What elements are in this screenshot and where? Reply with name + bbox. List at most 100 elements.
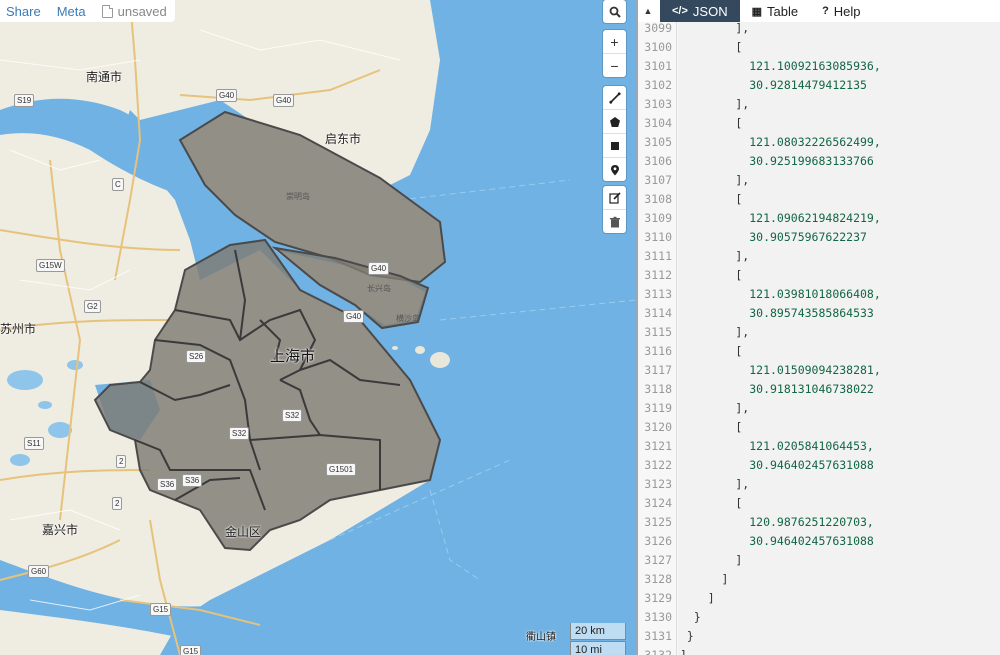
code-line: 3110 30.90575967622237 [638, 228, 1000, 247]
code-line: 3099 ], [638, 19, 1000, 38]
draw-polygon-button[interactable] [603, 110, 626, 134]
draw-marker-button[interactable] [603, 158, 626, 181]
road-shield: G40 [273, 94, 295, 107]
label-suzhou: 苏州市 [0, 322, 37, 336]
road-shield: S36 [182, 474, 203, 487]
road-shield: G40 [216, 89, 238, 102]
line-number: 3103 [644, 97, 672, 111]
draw-marker-icon [610, 164, 619, 175]
line-number: 3132 [644, 648, 672, 655]
code-text: [ [680, 116, 743, 130]
code-text: 121.08032226562499, [680, 135, 881, 149]
code-line: 3128 ] [638, 570, 1000, 589]
code-text: 30.918131046738022 [680, 382, 874, 396]
line-number: 3108 [644, 192, 672, 206]
code-text: ], [680, 173, 750, 187]
zoom-control: + − [603, 30, 626, 77]
search-icon [609, 6, 621, 18]
search-control [603, 0, 626, 23]
line-number: 3105 [644, 135, 672, 149]
code-text: 121.09062194824219, [680, 211, 881, 225]
line-number: 3106 [644, 154, 672, 168]
line-number: 3119 [644, 401, 672, 415]
code-line: 3125 120.9876251220703, [638, 513, 1000, 532]
line-number: 3118 [644, 382, 672, 396]
share-link[interactable]: Share [6, 4, 41, 19]
delete-button[interactable] [603, 210, 626, 233]
line-number: 3124 [644, 496, 672, 510]
search-button[interactable] [603, 0, 626, 23]
draw-rectangle-icon [610, 141, 619, 150]
code-line: 3124 [ [638, 494, 1000, 513]
code-text: [ [680, 420, 743, 434]
line-number: 3120 [644, 420, 672, 434]
line-number: 3123 [644, 477, 672, 491]
draw-line-button[interactable] [603, 86, 626, 110]
line-number: 3117 [644, 363, 672, 377]
map-toolbar: Share Meta unsaved [0, 0, 175, 22]
label-hengsha: 横沙岛 [396, 314, 420, 323]
code-text: ], [680, 325, 750, 339]
line-number: 3125 [644, 515, 672, 529]
code-line: 3104 [ [638, 114, 1000, 133]
help-icon: ? [822, 5, 829, 17]
draw-rectangle-button[interactable] [603, 134, 626, 158]
label-chongming: 崇明岛 [286, 192, 310, 201]
meta-link[interactable]: Meta [57, 4, 86, 19]
code-icon: </> [672, 5, 688, 17]
zoom-in-button[interactable]: + [603, 30, 626, 54]
code-line: 3102 30.92814479412135 [638, 76, 1000, 95]
tab-json-label: JSON [692, 3, 728, 19]
code-text: ] [680, 553, 743, 567]
island-1 [430, 352, 450, 368]
line-number: 3110 [644, 230, 672, 244]
edit-button[interactable] [603, 186, 626, 210]
code-text: 30.946402457631088 [680, 534, 874, 548]
lake-2 [7, 370, 43, 390]
code-line: 3103 ], [638, 95, 1000, 114]
label-hengshanzhen: 衢山镇 [526, 632, 556, 643]
line-number: 3122 [644, 458, 672, 472]
code-line: 3131 } [638, 627, 1000, 646]
road-shield: S36 [157, 478, 178, 491]
line-number: 3107 [644, 173, 672, 187]
code-line: 3101 121.10092163085936, [638, 57, 1000, 76]
code-line: 3122 30.946402457631088 [638, 456, 1000, 475]
road-shield: G1501 [326, 463, 357, 476]
code-line: 3127 ] [638, 551, 1000, 570]
line-number: 3099 [644, 21, 672, 35]
zoom-out-button[interactable]: − [603, 54, 626, 77]
line-number: 3112 [644, 268, 672, 282]
road-shield: S19 [14, 94, 35, 107]
road-shield: G2 [84, 300, 101, 313]
lake-5 [67, 360, 83, 370]
tab-help-label: Help [833, 3, 861, 19]
line-number: 3130 [644, 610, 672, 624]
line-number: 3109 [644, 211, 672, 225]
map-view[interactable]: 南通市 启东市 苏州市 上海市 嘉兴市 金山区 崇明岛 长兴岛 横沙岛 衢山镇 … [0, 0, 636, 655]
code-line: 3108 [ [638, 190, 1000, 209]
line-number: 3102 [644, 78, 672, 92]
code-text: ], [680, 249, 750, 263]
code-line: 3123 ], [638, 475, 1000, 494]
code-text: 120.9876251220703, [680, 515, 874, 529]
line-number: 3127 [644, 553, 672, 567]
road-shield: S26 [186, 350, 207, 363]
code-line: 3113 121.03981018066408, [638, 285, 1000, 304]
draw-line-icon [608, 91, 621, 104]
unsaved-label: unsaved [117, 3, 167, 19]
code-text: [ [680, 192, 743, 206]
code-line: 3117 121.01509094238281, [638, 361, 1000, 380]
island-2 [415, 346, 425, 354]
json-editor[interactable]: 3099 ], 3100 [3101 121.10092163085936, 310… [638, 19, 1000, 655]
code-text: ] [680, 591, 715, 605]
code-text: [ [680, 40, 743, 54]
line-number: 3131 [644, 629, 672, 643]
line-number: 3100 [644, 40, 672, 54]
line-number: 3128 [644, 572, 672, 586]
line-number: 3115 [644, 325, 672, 339]
code-text: 30.895743585864533 [680, 306, 874, 320]
code-line: 3132] [638, 646, 1000, 655]
unsaved-status: unsaved [101, 3, 167, 19]
draw-polygon-icon [609, 116, 620, 127]
